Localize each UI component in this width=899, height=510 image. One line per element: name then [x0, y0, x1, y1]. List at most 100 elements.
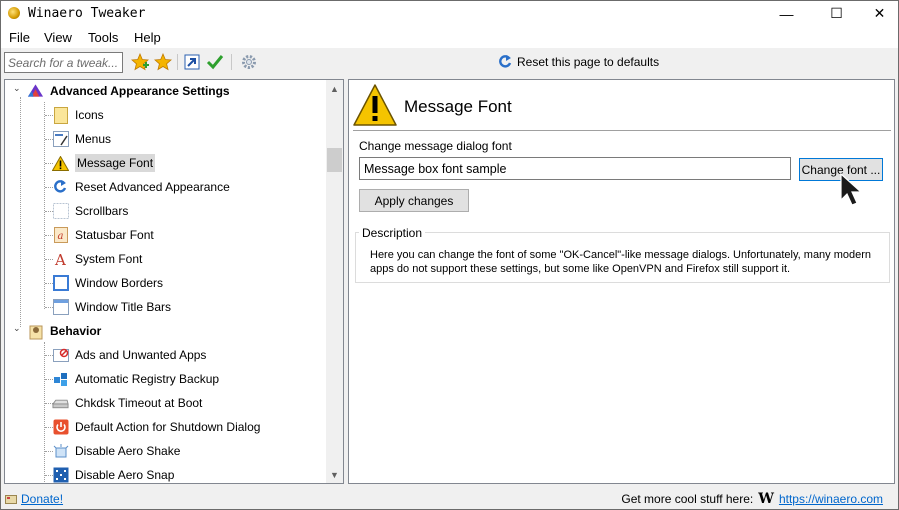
menu-cursor-icon [52, 131, 69, 148]
scrollbar-icon [52, 203, 69, 220]
svg-text:a: a [57, 231, 63, 242]
tree-item-scrollbars[interactable]: Scrollbars [52, 199, 128, 223]
settings-page: Message Font Change message dialog font … [348, 79, 895, 484]
donate-icon [5, 495, 17, 504]
tree-connector [44, 342, 45, 482]
window-titlebar-icon [52, 299, 69, 316]
scroll-up-arrow-icon[interactable]: ▲ [326, 80, 343, 97]
large-warning-icon [353, 84, 397, 126]
tree-item-label: System Font [75, 252, 143, 266]
maximize-icon: ☐ [830, 5, 843, 21]
tree-item-label: Window Title Bars [75, 300, 172, 314]
title-divider [353, 130, 891, 131]
window-title: Winaero Tweaker [28, 6, 146, 21]
reset-arrow-icon [499, 55, 512, 68]
tree-item-chkdsk-timeout[interactable]: Chkdsk Timeout at Boot [52, 391, 202, 415]
menu-file[interactable]: File [9, 30, 30, 45]
behavior-icon [27, 323, 44, 340]
tree-item-label: Disable Aero Shake [75, 444, 181, 458]
tree-item-automatic-registry-backup[interactable]: Automatic Registry Backup [52, 367, 219, 391]
maximize-button[interactable]: ☐ [814, 1, 859, 26]
power-icon [52, 419, 69, 436]
title-bar: Winaero Tweaker — ☐ ✕ [1, 1, 898, 26]
font-big-a-icon: A [52, 251, 69, 268]
close-button[interactable]: ✕ [857, 1, 899, 26]
tree-item-disable-aero-snap[interactable]: Disable Aero Snap [52, 463, 175, 484]
promo-text: Get more cool stuff here: [621, 492, 754, 506]
menu-bar: File View Tools Help [1, 26, 898, 48]
tree-connector [44, 102, 45, 309]
tree-item-message-font[interactable]: Message Font [52, 151, 156, 175]
tree-item-ads-unwanted-apps[interactable]: Ads and Unwanted Apps [52, 343, 206, 367]
tree-item-label: Ads and Unwanted Apps [75, 348, 207, 362]
shortcut-arrow-icon[interactable] [183, 53, 201, 71]
tree-group-label: Advanced Appearance Settings [50, 84, 230, 98]
tree-group-label: Behavior [50, 324, 102, 338]
warning-icon [52, 155, 69, 172]
font-a-icon: a [52, 227, 69, 244]
menu-view[interactable]: View [44, 30, 72, 45]
font-sample-field[interactable] [359, 157, 791, 180]
scroll-down-arrow-icon[interactable]: ▼ [326, 466, 343, 483]
tree-item-label: Message Font [75, 154, 156, 172]
tree-item-label: Chkdsk Timeout at Boot [75, 396, 203, 410]
tree-item-label: Icons [75, 108, 104, 122]
window-border-icon [52, 275, 69, 292]
tree-item-window-borders[interactable]: Window Borders [52, 271, 163, 295]
aero-shake-icon [52, 443, 69, 460]
toolbar-separator [231, 54, 232, 70]
tree-item-default-shutdown-action[interactable]: Default Action for Shutdown Dialog [52, 415, 260, 439]
apply-changes-button[interactable]: Apply changes [359, 189, 469, 212]
scroll-thumb[interactable] [327, 148, 342, 172]
aero-snap-icon [52, 467, 69, 484]
tree-item-label: Menus [75, 132, 112, 146]
tree-scrollbar[interactable]: ▲ ▼ [326, 80, 343, 483]
donate-link[interactable]: Donate! [21, 492, 63, 506]
toolbar-separator [177, 54, 178, 70]
tree-group-advanced-appearance[interactable]: Advanced Appearance Settings [27, 80, 230, 103]
menu-tools[interactable]: Tools [88, 30, 118, 45]
app-window: Winaero Tweaker — ☐ ✕ File View Tools He… [0, 0, 899, 510]
winaero-link[interactable]: https://winaero.com [779, 492, 883, 506]
reset-page-button[interactable]: Reset this page to defaults [498, 53, 659, 71]
tree-item-label: Window Borders [75, 276, 164, 290]
tree-item-label: Default Action for Shutdown Dialog [75, 420, 261, 434]
bookmarks-star-icon[interactable] [154, 53, 172, 71]
reset-label: Reset this page to defaults [517, 55, 660, 69]
tree-item-icons[interactable]: Icons [52, 103, 104, 127]
page-title: Message Font [404, 97, 512, 116]
disk-drive-icon [52, 395, 69, 412]
tree-item-reset-advanced-appearance[interactable]: Reset Advanced Appearance [52, 175, 230, 199]
add-bookmark-icon[interactable] [131, 53, 149, 71]
winaero-logo-icon: W [758, 491, 774, 507]
minimize-icon: — [779, 5, 794, 22]
palette-icon [27, 83, 44, 100]
winaero-app-icon [8, 7, 20, 19]
checkmark-icon[interactable] [206, 53, 224, 71]
description-legend: Description [359, 226, 426, 240]
tree-item-label: Disable Aero Snap [75, 468, 175, 482]
status-bar: Donate! Get more cool stuff here: W http… [1, 488, 898, 509]
tree-item-label: Statusbar Font [75, 228, 154, 242]
tree-item-menus[interactable]: Menus [52, 127, 111, 151]
tree-item-disable-aero-shake[interactable]: Disable Aero Shake [52, 439, 180, 463]
tree-item-statusbar-font[interactable]: a Statusbar Font [52, 223, 154, 247]
folder-icon [52, 106, 69, 124]
registry-cubes-icon [52, 371, 69, 388]
tree-connector [20, 97, 21, 327]
search-input[interactable] [4, 52, 123, 73]
tree-group-behavior[interactable]: Behavior [27, 319, 101, 343]
font-field-label: Change message dialog font [359, 139, 512, 153]
tree-item-system-font[interactable]: A System Font [52, 247, 143, 271]
menu-help[interactable]: Help [134, 30, 161, 45]
expander-chevron-icon[interactable]: ⌄ [13, 323, 23, 333]
expander-chevron-icon[interactable]: ⌄ [13, 83, 23, 93]
close-icon: ✕ [873, 5, 886, 21]
minimize-button[interactable]: — [764, 1, 809, 26]
gear-icon[interactable] [240, 53, 258, 71]
reset-arrow-icon [52, 179, 69, 196]
no-ads-icon [52, 347, 69, 364]
description-text: Here you can change the font of some "OK… [370, 249, 872, 275]
tree-item-window-title-bars[interactable]: Window Title Bars [52, 295, 171, 319]
tree-item-label: Reset Advanced Appearance [75, 180, 230, 194]
